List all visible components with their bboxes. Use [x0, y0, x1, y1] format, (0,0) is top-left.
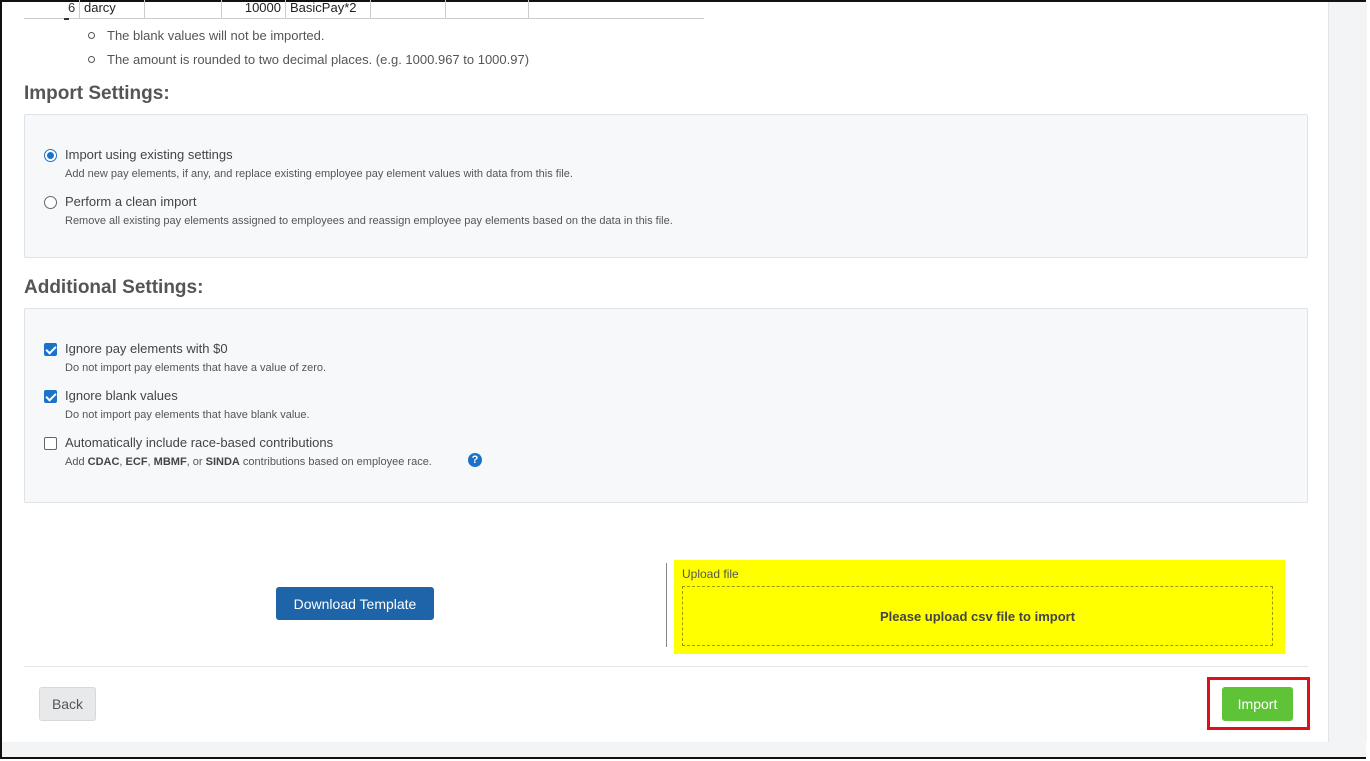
additional-settings-panel: Ignore pay elements with $0 Do not impor… [24, 308, 1308, 503]
option-label: Automatically include race-based contrib… [65, 435, 334, 450]
import-button[interactable]: Import [1222, 687, 1293, 721]
row-index: 6 [64, 0, 80, 18]
option-description: Add CDAC, ECF, MBMF, or SINDA contributi… [65, 456, 432, 468]
checkbox-ignore-blank[interactable] [44, 390, 57, 403]
option-description: Remove all existing pay elements assigne… [65, 215, 673, 227]
back-button[interactable]: Back [39, 687, 96, 721]
drop-zone-text: Please upload csv file to import [879, 608, 1076, 624]
import-notes: The blank values will not be imported. T… [86, 27, 529, 75]
checkbox-race-contributions[interactable] [44, 437, 57, 450]
footer-divider [24, 666, 1308, 667]
import-settings-title: Import Settings: [24, 83, 170, 104]
upload-area: Upload file Please upload csv file to im… [674, 560, 1285, 654]
bottom-strip [2, 742, 1366, 757]
divider [666, 563, 667, 647]
sinda-term: SINDA [205, 456, 240, 468]
upload-label: Upload file [682, 567, 739, 581]
mbmf-term: MBMF [153, 456, 187, 468]
note-item: The amount is rounded to two decimal pla… [86, 51, 529, 75]
option-description: Add new pay elements, if any, and replac… [65, 168, 573, 180]
download-template-button[interactable]: Download Template [276, 587, 434, 620]
option-label: Ignore pay elements with $0 [65, 341, 228, 356]
right-gutter [1328, 2, 1367, 742]
row-empty-cell [145, 0, 222, 18]
radio-existing-settings[interactable] [44, 149, 57, 162]
file-drop-zone[interactable]: Please upload csv file to import [682, 586, 1273, 646]
table-cutoff-mark [64, 18, 69, 20]
option-description: Do not import pay elements that have bla… [65, 409, 310, 421]
question-circle-icon[interactable]: ? [468, 453, 482, 467]
ecf-term: ECF [125, 456, 148, 468]
checkbox-ignore-zero[interactable] [44, 343, 57, 356]
additional-settings-title: Additional Settings: [24, 277, 204, 298]
row-name: darcy [80, 0, 145, 18]
option-description: Do not import pay elements that have a v… [65, 362, 327, 374]
note-item: The blank values will not be imported. [86, 27, 529, 51]
row-formula: BasicPay*2 [286, 0, 371, 18]
preview-table-row: 6 darcy 10000 BasicPay*2 [24, 0, 704, 19]
option-label: Ignore blank values [65, 388, 178, 403]
row-amount: 10000 [222, 0, 286, 18]
row-empty-cell [446, 0, 529, 18]
option-label: Perform a clean import [65, 194, 197, 209]
cdac-term: CDAC [87, 456, 120, 468]
import-settings-panel: Import using existing settings Add new p… [24, 114, 1308, 258]
option-label: Import using existing settings [65, 147, 233, 162]
radio-clean-import[interactable] [44, 196, 57, 209]
row-empty-cell [371, 0, 446, 18]
